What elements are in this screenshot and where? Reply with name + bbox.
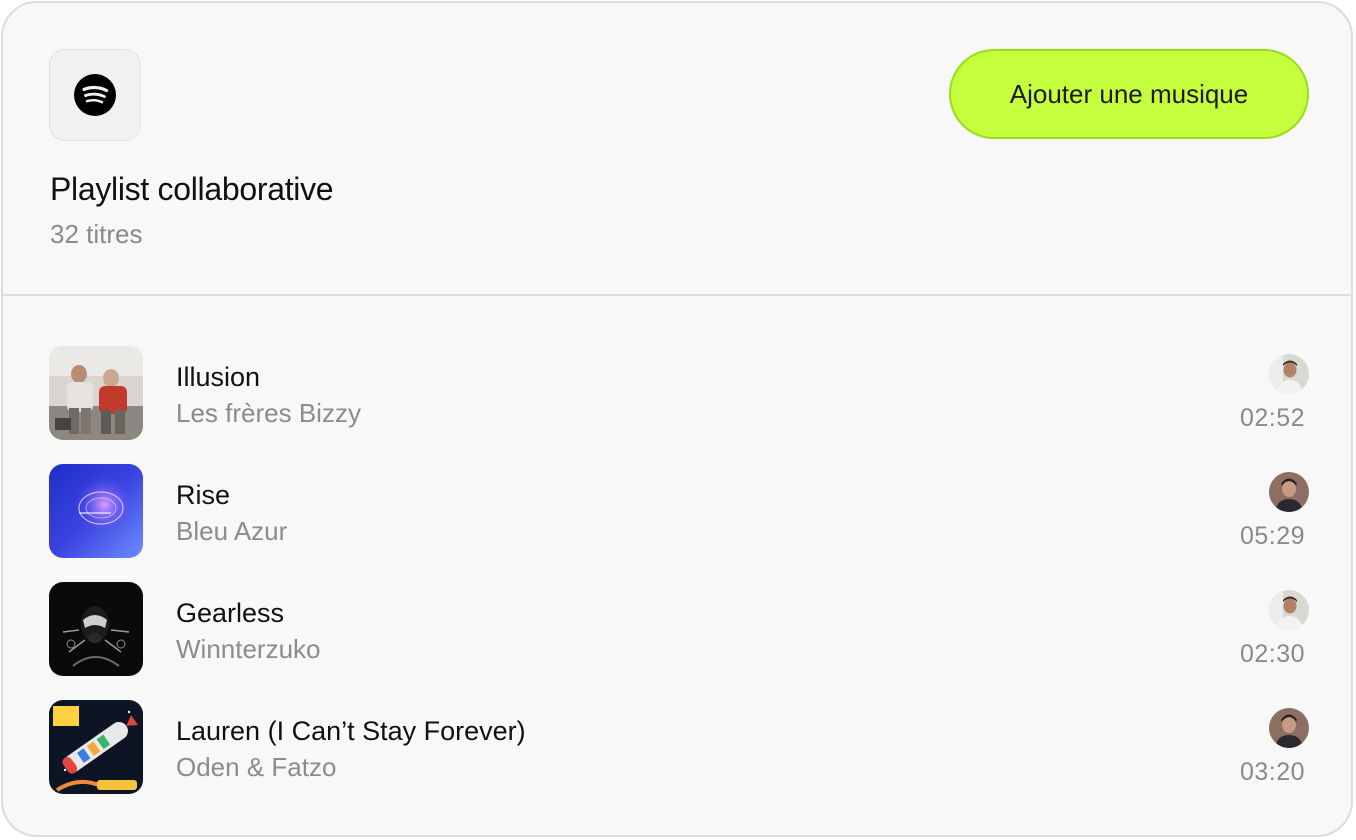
add-music-button[interactable]: Ajouter une musique: [949, 49, 1309, 139]
track-title: Rise: [176, 480, 231, 510]
track-duration: 05:29: [1239, 522, 1305, 550]
track-artist: Winnterzuko: [176, 634, 321, 664]
playlist-header: Playlist collaborative 32 titres Ajouter…: [3, 3, 1351, 296]
track-artist: Les frères Bizzy: [176, 398, 361, 428]
track-title: Lauren (I Can’t Stay Forever): [176, 716, 526, 746]
user-avatar: [1269, 590, 1309, 630]
track-row[interactable]: Gearless Winnterzuko 02:30: [3, 582, 1351, 676]
track-row[interactable]: Lauren (I Can’t Stay Forever) Oden & Fat…: [3, 700, 1351, 794]
album-cover-gearless: [49, 582, 143, 676]
track-row[interactable]: Illusion Les frères Bizzy 02:52: [3, 346, 1351, 440]
playlist-title: Playlist collaborative: [50, 171, 334, 207]
track-artist: Oden & Fatzo: [176, 752, 337, 782]
track-title: Illusion: [176, 362, 261, 392]
track-duration: 03:20: [1239, 758, 1305, 786]
playlist-card: Playlist collaborative 32 titres Ajouter…: [1, 1, 1353, 837]
album-cover-rise: [49, 464, 143, 558]
spotify-logo: [49, 49, 141, 141]
track-list: Illusion Les frères Bizzy 02:52 Rise Ble…: [3, 346, 1351, 818]
track-row[interactable]: Rise Bleu Azur 05:29: [3, 464, 1351, 558]
track-artist: Bleu Azur: [176, 516, 288, 546]
user-avatar: [1269, 354, 1309, 394]
track-duration: 02:52: [1239, 404, 1305, 432]
spotify-icon: [74, 74, 116, 116]
track-count: 32 titres: [50, 219, 143, 249]
user-avatar: [1269, 472, 1309, 512]
album-cover-illusion: [49, 346, 143, 440]
track-duration: 02:30: [1239, 640, 1305, 668]
track-title: Gearless: [176, 598, 285, 628]
album-cover-lauren: [49, 700, 143, 794]
user-avatar: [1269, 708, 1309, 748]
